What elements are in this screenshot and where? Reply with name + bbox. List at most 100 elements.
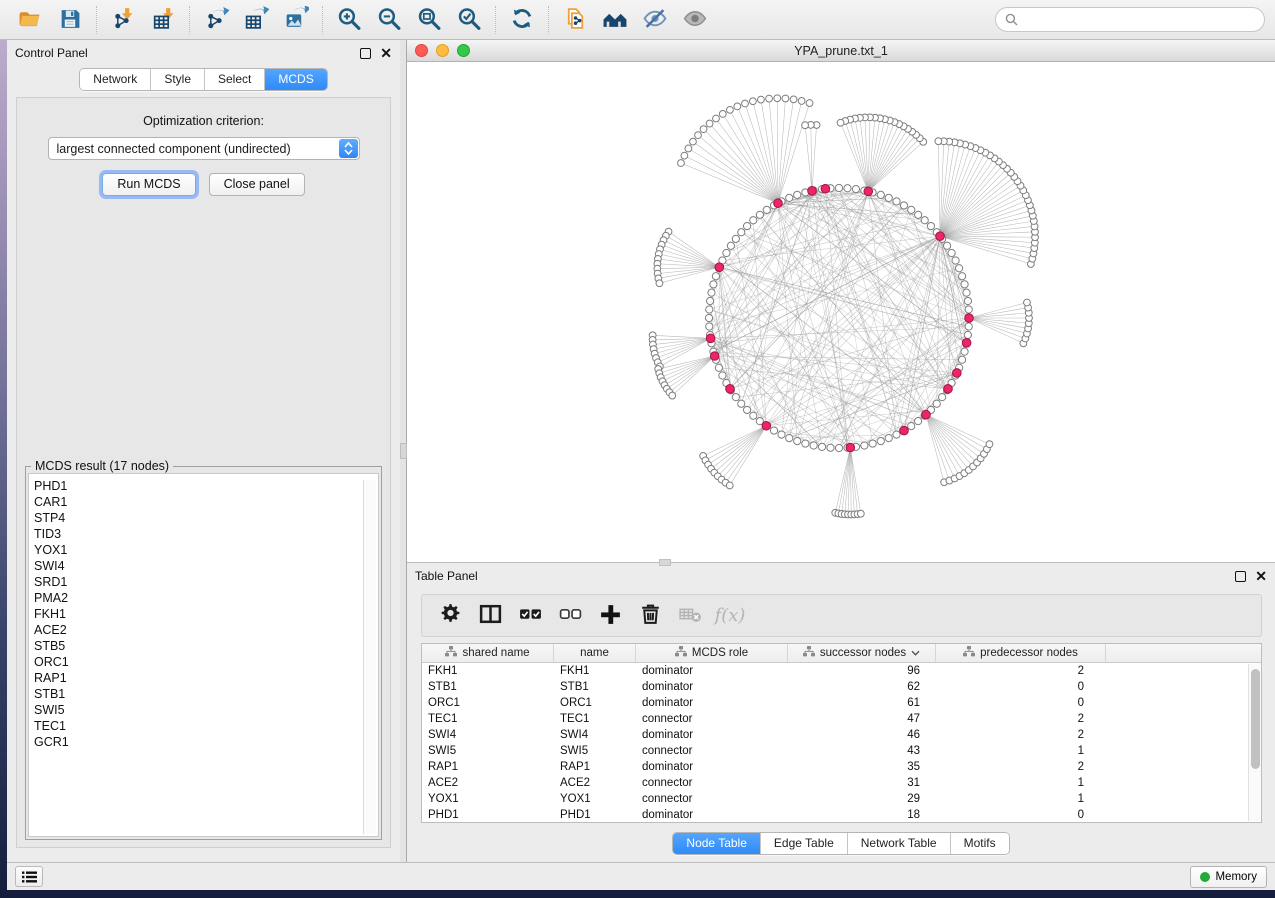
graph-node[interactable] (908, 422, 915, 429)
graph-node[interactable] (763, 206, 770, 213)
graph-node[interactable] (750, 217, 757, 224)
graph-node[interactable] (965, 306, 972, 313)
close-table-panel-icon[interactable]: ✕ (1255, 571, 1267, 582)
graph-node[interactable] (986, 441, 993, 448)
table-cell[interactable]: RAP1 (422, 759, 554, 775)
graph-node[interactable] (743, 222, 750, 229)
graph-node[interactable] (758, 96, 765, 103)
show-column-button[interactable] (472, 599, 508, 633)
float-table-panel-icon[interactable] (1235, 571, 1246, 582)
graph-node[interactable] (750, 412, 757, 419)
mcds-node-item[interactable]: TID3 (34, 526, 378, 542)
graph-node[interactable] (786, 194, 793, 201)
graph-node[interactable] (727, 242, 734, 249)
column-header-name[interactable]: name (554, 644, 636, 662)
table-row[interactable]: TEC1TEC1connector472 (422, 711, 1261, 727)
tab-motifs[interactable]: Motifs (951, 833, 1009, 854)
table-cell[interactable]: 61 (788, 695, 936, 711)
table-cell[interactable]: 47 (788, 711, 936, 727)
graph-node[interactable] (961, 348, 968, 355)
column-header-predecessor-nodes[interactable]: predecessor nodes (936, 644, 1106, 662)
table-cell[interactable]: dominator (636, 727, 788, 743)
mcds-node-item[interactable]: FKH1 (34, 606, 378, 622)
graph-node[interactable] (900, 202, 907, 209)
graph-node[interactable] (706, 323, 713, 330)
graph-node[interactable] (827, 444, 834, 451)
table-cell[interactable]: RAP1 (554, 759, 636, 775)
mcds-result-list[interactable]: PHD1CAR1STP4TID3YOX1SWI4SRD1PMA2FKH1ACE2… (28, 473, 379, 837)
graph-node[interactable] (810, 442, 817, 449)
run-mcds-button[interactable]: Run MCDS (102, 173, 195, 196)
hide-selected-button[interactable] (635, 3, 675, 37)
graph-node[interactable] (715, 364, 722, 371)
node-table[interactable]: shared namenameMCDS rolesuccessor nodesp… (421, 643, 1262, 823)
network-graph[interactable] (407, 62, 1275, 562)
graph-hub-node[interactable] (706, 334, 715, 343)
table-row[interactable]: SWI4SWI4dominator462 (422, 727, 1261, 743)
graph-hub-node[interactable] (936, 232, 945, 241)
duplicate-network-button[interactable] (555, 3, 595, 37)
table-cell[interactable]: dominator (636, 663, 788, 679)
graph-node[interactable] (835, 184, 842, 191)
graph-node[interactable] (690, 138, 697, 145)
graph-node[interactable] (727, 106, 734, 113)
graph-node[interactable] (713, 115, 720, 122)
close-panel-button[interactable]: Close panel (209, 173, 305, 196)
graph-hub-node[interactable] (965, 314, 974, 323)
graph-node[interactable] (961, 281, 968, 288)
graph-node[interactable] (921, 217, 928, 224)
table-row[interactable]: YOX1YOX1connector291 (422, 791, 1261, 807)
zoom-selected-button[interactable] (449, 3, 489, 37)
table-cell[interactable]: TEC1 (422, 711, 554, 727)
delete-entry-button[interactable] (632, 599, 668, 633)
tab-node-table[interactable]: Node Table (673, 833, 761, 854)
graph-node[interactable] (685, 145, 692, 152)
graph-node[interactable] (885, 435, 892, 442)
table-row[interactable]: STB1STB1dominator620 (422, 679, 1261, 695)
graph-node[interactable] (915, 211, 922, 218)
search-input[interactable] (1023, 13, 1255, 27)
graph-node[interactable] (885, 194, 892, 201)
tab-select[interactable]: Select (205, 69, 265, 90)
graph-node[interactable] (681, 152, 688, 159)
close-panel-icon[interactable]: ✕ (380, 48, 392, 59)
float-panel-icon[interactable] (360, 48, 371, 59)
graph-node[interactable] (669, 392, 676, 399)
table-cell[interactable]: 0 (936, 807, 1106, 823)
table-cell[interactable]: 31 (788, 775, 936, 791)
graph-node[interactable] (844, 185, 851, 192)
table-row[interactable]: SWI5SWI5connector431 (422, 743, 1261, 759)
graph-node[interactable] (790, 96, 797, 103)
graph-hub-node[interactable] (953, 369, 962, 378)
network-canvas[interactable] (407, 62, 1275, 562)
mcds-node-item[interactable]: YOX1 (34, 542, 378, 558)
table-cell[interactable]: 2 (936, 711, 1106, 727)
table-cell[interactable]: 0 (936, 695, 1106, 711)
graph-node[interactable] (766, 95, 773, 102)
graph-node[interactable] (774, 95, 781, 102)
automation-panel-button[interactable] (15, 866, 43, 887)
graph-node[interactable] (802, 122, 809, 129)
table-cell[interactable]: SWI4 (554, 727, 636, 743)
graph-node[interactable] (959, 356, 966, 363)
deselect-all-button[interactable] (552, 599, 588, 633)
graph-node[interactable] (1024, 299, 1031, 306)
graph-node[interactable] (726, 482, 733, 489)
graph-node[interactable] (869, 440, 876, 447)
function-builder-button[interactable]: f(x) (712, 599, 748, 633)
graph-hub-node[interactable] (922, 410, 931, 419)
graph-hub-node[interactable] (774, 199, 783, 208)
table-cell[interactable]: 62 (788, 679, 936, 695)
tab-network-table[interactable]: Network Table (848, 833, 951, 854)
table-cell[interactable]: 2 (936, 663, 1106, 679)
graph-node[interactable] (695, 132, 702, 139)
graph-hub-node[interactable] (962, 339, 971, 348)
graph-node[interactable] (948, 249, 955, 256)
graph-hub-node[interactable] (808, 187, 817, 196)
import-table-button[interactable] (143, 3, 183, 37)
table-cell[interactable]: 1 (936, 775, 1106, 791)
save-session-button[interactable] (50, 3, 90, 37)
table-cell[interactable]: 29 (788, 791, 936, 807)
graph-node[interactable] (915, 418, 922, 425)
table-row[interactable]: PHD1PHD1dominator180 (422, 807, 1261, 823)
